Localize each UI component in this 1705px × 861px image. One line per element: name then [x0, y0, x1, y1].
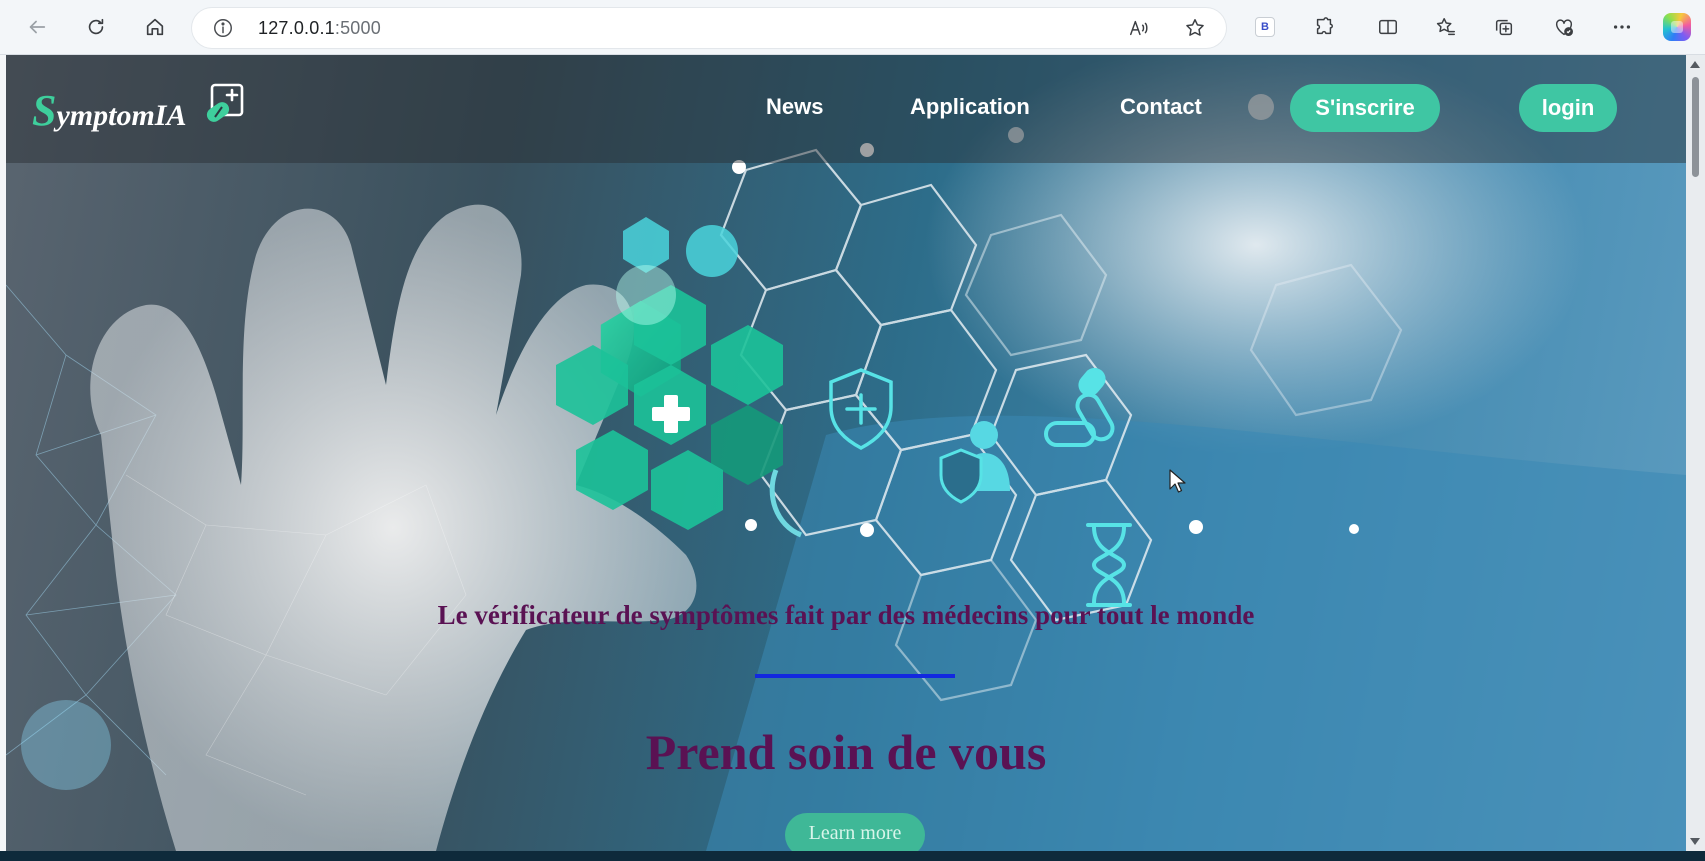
more-icon[interactable] [1607, 12, 1637, 42]
pills-logo-icon [206, 83, 244, 122]
back-arrow-icon[interactable] [22, 12, 52, 42]
collections-icon[interactable] [1489, 12, 1519, 42]
site-logo[interactable]: SymptomIA [32, 85, 187, 136]
home-icon[interactable] [140, 12, 170, 42]
heart-pulse-icon[interactable] [1549, 12, 1579, 42]
hero-tagline: Le vérificateur de symptômes fait par de… [437, 600, 1255, 630]
star-icon[interactable] [1184, 17, 1206, 39]
url-host: 127.0.0.1 [258, 18, 335, 38]
learn-more-button[interactable]: Learn more [785, 813, 925, 851]
scroll-up-icon[interactable] [1690, 61, 1700, 68]
extension-b-icon[interactable]: B [1255, 17, 1275, 37]
split-screen-icon[interactable] [1373, 12, 1403, 42]
url-text[interactable]: 127.0.0.1:5000 [258, 18, 381, 39]
hero-headline: Prend soin de vous [645, 724, 1047, 780]
window-bottom-edge [0, 851, 1705, 861]
mouse-cursor-icon [1169, 469, 1186, 493]
nav-application[interactable]: Application [910, 94, 1030, 120]
logo-initial: S [32, 86, 57, 135]
scroll-down-icon[interactable] [1690, 838, 1700, 845]
nav-news[interactable]: News [766, 94, 823, 120]
refresh-icon[interactable] [81, 12, 111, 42]
read-aloud-icon[interactable] [1128, 17, 1150, 39]
logo-text: ymptomIA [56, 99, 187, 132]
page-scrollbar[interactable] [1686, 55, 1705, 851]
puzzle-icon[interactable] [1309, 12, 1339, 42]
site-header: SymptomIA News Application Contact S'ins… [6, 55, 1686, 163]
browser-window: 127.0.0.1:5000 B SymptomIA News Applicat… [0, 0, 1705, 861]
signup-button[interactable]: S'inscrire [1290, 84, 1440, 132]
page-viewport: SymptomIA News Application Contact S'ins… [6, 55, 1686, 851]
copilot-icon[interactable] [1663, 13, 1691, 41]
nav-contact[interactable]: Contact [1120, 94, 1202, 120]
hero-divider [755, 674, 955, 678]
url-port: :5000 [334, 18, 381, 38]
favorites-icon[interactable] [1431, 12, 1461, 42]
login-button[interactable]: login [1519, 84, 1617, 132]
address-bar[interactable]: 127.0.0.1:5000 [192, 8, 1226, 48]
info-icon[interactable] [212, 17, 234, 39]
browser-toolbar: 127.0.0.1:5000 B [0, 0, 1705, 55]
scroll-thumb[interactable] [1692, 77, 1699, 177]
